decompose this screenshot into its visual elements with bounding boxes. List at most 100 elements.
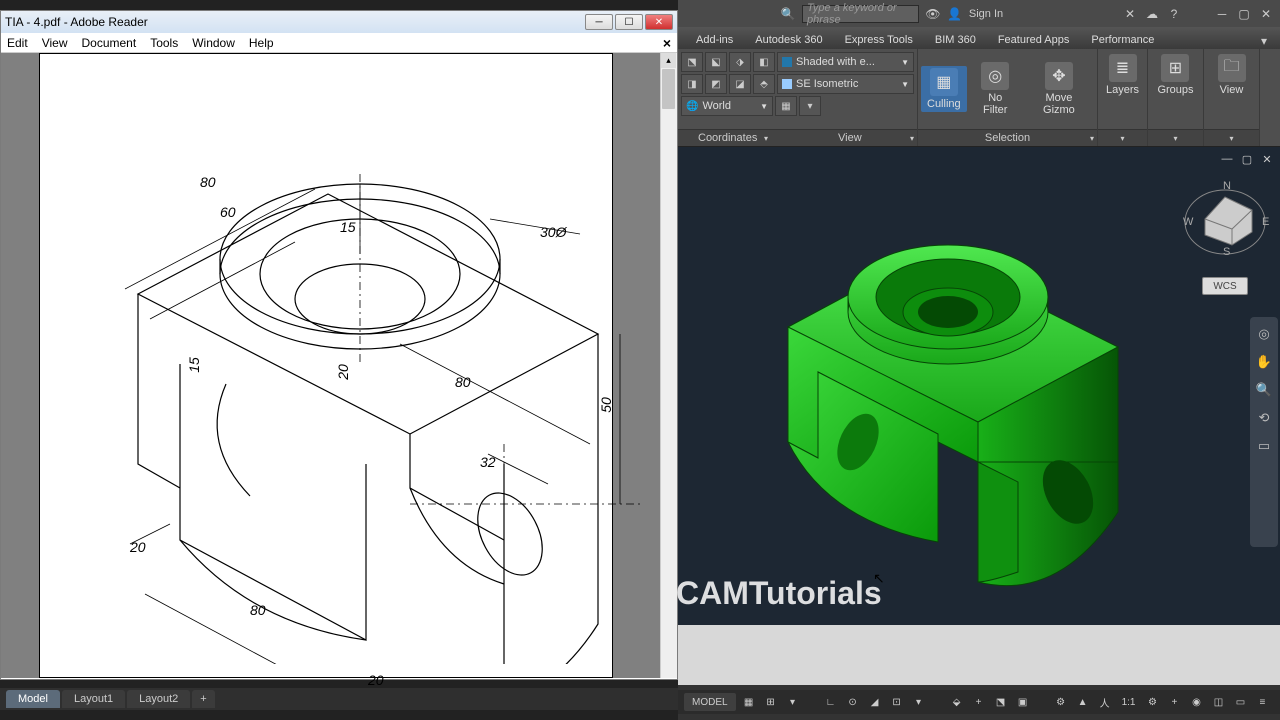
panel-view-drop[interactable]: ▾ <box>1204 129 1259 146</box>
document-close-icon[interactable]: × <box>663 35 671 51</box>
tab-layout1[interactable]: Layout1 <box>62 690 125 708</box>
panel-coordinates-view[interactable]: Coordinates ▾ View ▾ <box>678 129 917 146</box>
anno-scale-icon[interactable]: 人 <box>1096 693 1114 711</box>
osnap-drop-icon[interactable]: ▾ <box>910 693 928 711</box>
ucs-icon-2[interactable]: ⬕ <box>705 52 727 72</box>
window-minimize-icon[interactable]: ─ <box>1214 6 1230 22</box>
cloud-icon[interactable]: ☁ <box>1144 6 1160 22</box>
tab-addins[interactable]: Add-ins <box>686 31 743 49</box>
binoculars-icon[interactable]: 👁 <box>925 6 941 22</box>
status-model[interactable]: MODEL <box>684 693 736 711</box>
3d-viewport[interactable]: — ▢ ✕ <box>678 147 1280 625</box>
dim-80-right: 80 <box>455 374 471 390</box>
tab-performance[interactable]: Performance <box>1081 31 1164 49</box>
gear-icon[interactable]: ⚙ <box>1143 693 1161 711</box>
panel-selection[interactable]: Selection▾ <box>918 129 1097 146</box>
3dosnap-icon[interactable]: ⬙ <box>948 693 966 711</box>
wcs-badge[interactable]: WCS <box>1202 277 1248 295</box>
menu-window[interactable]: Window <box>192 36 235 50</box>
ucs-world-dropdown[interactable]: 🌐World▼ <box>681 96 773 116</box>
ribbon: ⬔ ⬕ ⬗ ◧ Shaded with e...▼ ◨ ◩ ◪ ⬘ SE Iso… <box>678 49 1280 147</box>
search-input[interactable]: Type a keyword or phrase <box>802 5 919 23</box>
ucs-icon-8[interactable]: ⬘ <box>753 74 775 94</box>
panel-layers-drop[interactable]: ▾ <box>1098 129 1147 146</box>
scale-label[interactable]: 1:1 <box>1118 693 1140 711</box>
help-icon[interactable]: ? <box>1166 6 1182 22</box>
pan-icon[interactable]: ✋ <box>1255 353 1273 371</box>
culling-button[interactable]: ▦Culling <box>921 66 967 112</box>
zoom-icon[interactable]: 🔍 <box>1255 381 1273 399</box>
reader-scrollbar[interactable]: ▴ <box>660 53 677 678</box>
viewport-drop-icon[interactable]: ▾ <box>799 96 821 116</box>
menu-tools[interactable]: Tools <box>150 36 178 50</box>
viewport-close-icon[interactable]: ✕ <box>1259 152 1275 166</box>
dyn-ucs-icon[interactable]: ⬔ <box>992 693 1010 711</box>
tab-model[interactable]: Model <box>6 690 60 708</box>
ucs-icon-7[interactable]: ◪ <box>729 74 751 94</box>
snap-drop-icon[interactable]: ▾ <box>784 693 802 711</box>
hw-accel-icon[interactable]: ◉ <box>1187 693 1205 711</box>
window-restore-icon[interactable]: ▢ <box>1236 6 1252 22</box>
command-line-area[interactable] <box>678 625 1280 685</box>
osnap-icon[interactable]: ⊡ <box>888 693 906 711</box>
viewport-config-icon[interactable]: ▦ <box>775 96 797 116</box>
minimize-button[interactable]: ─ <box>585 14 613 30</box>
viewport-maximize-icon[interactable]: ▢ <box>1239 152 1255 166</box>
tab-layout2[interactable]: Layout2 <box>127 690 190 708</box>
ucs-icon-3[interactable]: ⬗ <box>729 52 751 72</box>
grid-icon[interactable]: ▦ <box>740 693 758 711</box>
tab-add[interactable]: + <box>192 690 214 708</box>
close-button[interactable]: ✕ <box>645 14 673 30</box>
scroll-up-icon[interactable]: ▴ <box>661 53 676 68</box>
orbit-icon[interactable]: ⟲ <box>1255 409 1273 427</box>
polar-icon[interactable]: ⊙ <box>844 693 862 711</box>
showmotion-icon[interactable]: ▭ <box>1255 437 1273 455</box>
layers-button[interactable]: ≣Layers <box>1100 52 1145 98</box>
menu-document[interactable]: Document <box>81 36 136 50</box>
iso-icon[interactable]: ◢ <box>866 693 884 711</box>
ortho-icon[interactable]: ∟ <box>822 693 840 711</box>
ribbon-options-icon[interactable]: ▾ <box>1256 33 1272 49</box>
dim-80-bottom: 80 <box>250 602 266 618</box>
ucs-icon-5[interactable]: ◨ <box>681 74 703 94</box>
workspace-icon[interactable]: ⚙ <box>1052 693 1070 711</box>
view-preset-dropdown[interactable]: SE Isometric▼ <box>777 74 914 94</box>
viewport-minimize-icon[interactable]: — <box>1219 152 1235 166</box>
panel-groups-drop[interactable]: ▾ <box>1148 129 1203 146</box>
tab-autodesk360[interactable]: Autodesk 360 <box>745 31 832 49</box>
move-gizmo-button[interactable]: ✥Move Gizmo <box>1024 60 1094 118</box>
no-filter-button[interactable]: ◎No Filter <box>970 60 1021 118</box>
tab-bim360[interactable]: BIM 360 <box>925 31 986 49</box>
autocad-window: 🔍 Type a keyword or phrase 👁 👤 Sign In ✕… <box>678 0 1280 720</box>
menu-edit[interactable]: Edit <box>7 36 28 50</box>
visual-style-dropdown[interactable]: Shaded with e...▼ <box>777 52 914 72</box>
maximize-button[interactable]: ☐ <box>615 14 643 30</box>
viewcube[interactable]: N E S W <box>1180 177 1270 257</box>
watermark-text: CAMTutorials <box>676 575 882 612</box>
ucs-icon-1[interactable]: ⬔ <box>681 52 703 72</box>
anno-monitor-icon[interactable]: ▲ <box>1074 693 1092 711</box>
reader-titlebar[interactable]: TIA - 4.pdf - Adobe Reader ─ ☐ ✕ <box>1 11 677 33</box>
ucs-icon-6[interactable]: ◩ <box>705 74 727 94</box>
sign-in-link[interactable]: Sign In <box>969 8 1003 20</box>
search-icon[interactable]: 🔍 <box>780 6 796 22</box>
isolate-icon[interactable]: ◫ <box>1209 693 1227 711</box>
menu-view[interactable]: View <box>42 36 68 50</box>
full-nav-wheel-icon[interactable]: ◎ <box>1255 325 1273 343</box>
tab-express-tools[interactable]: Express Tools <box>835 31 923 49</box>
menu-help[interactable]: Help <box>249 36 274 50</box>
clean-screen-icon[interactable]: ▭ <box>1231 693 1249 711</box>
customize-icon[interactable]: ≡ <box>1253 693 1271 711</box>
dyn-input-icon[interactable]: + <box>970 693 988 711</box>
selection-cycling-icon[interactable]: ▣ <box>1014 693 1032 711</box>
snap-icon[interactable]: ⊞ <box>762 693 780 711</box>
ucs-icon-4[interactable]: ◧ <box>753 52 775 72</box>
user-icon[interactable]: 👤 <box>947 6 963 22</box>
window-close-icon[interactable]: ✕ <box>1258 6 1274 22</box>
groups-button[interactable]: ⊞Groups <box>1151 52 1199 98</box>
add-scale-icon[interactable]: + <box>1165 693 1183 711</box>
tab-featured-apps[interactable]: Featured Apps <box>988 31 1080 49</box>
scroll-thumb[interactable] <box>662 69 675 109</box>
view-button[interactable]: 🗀View <box>1212 52 1252 98</box>
exchange-icon[interactable]: ✕ <box>1122 6 1138 22</box>
